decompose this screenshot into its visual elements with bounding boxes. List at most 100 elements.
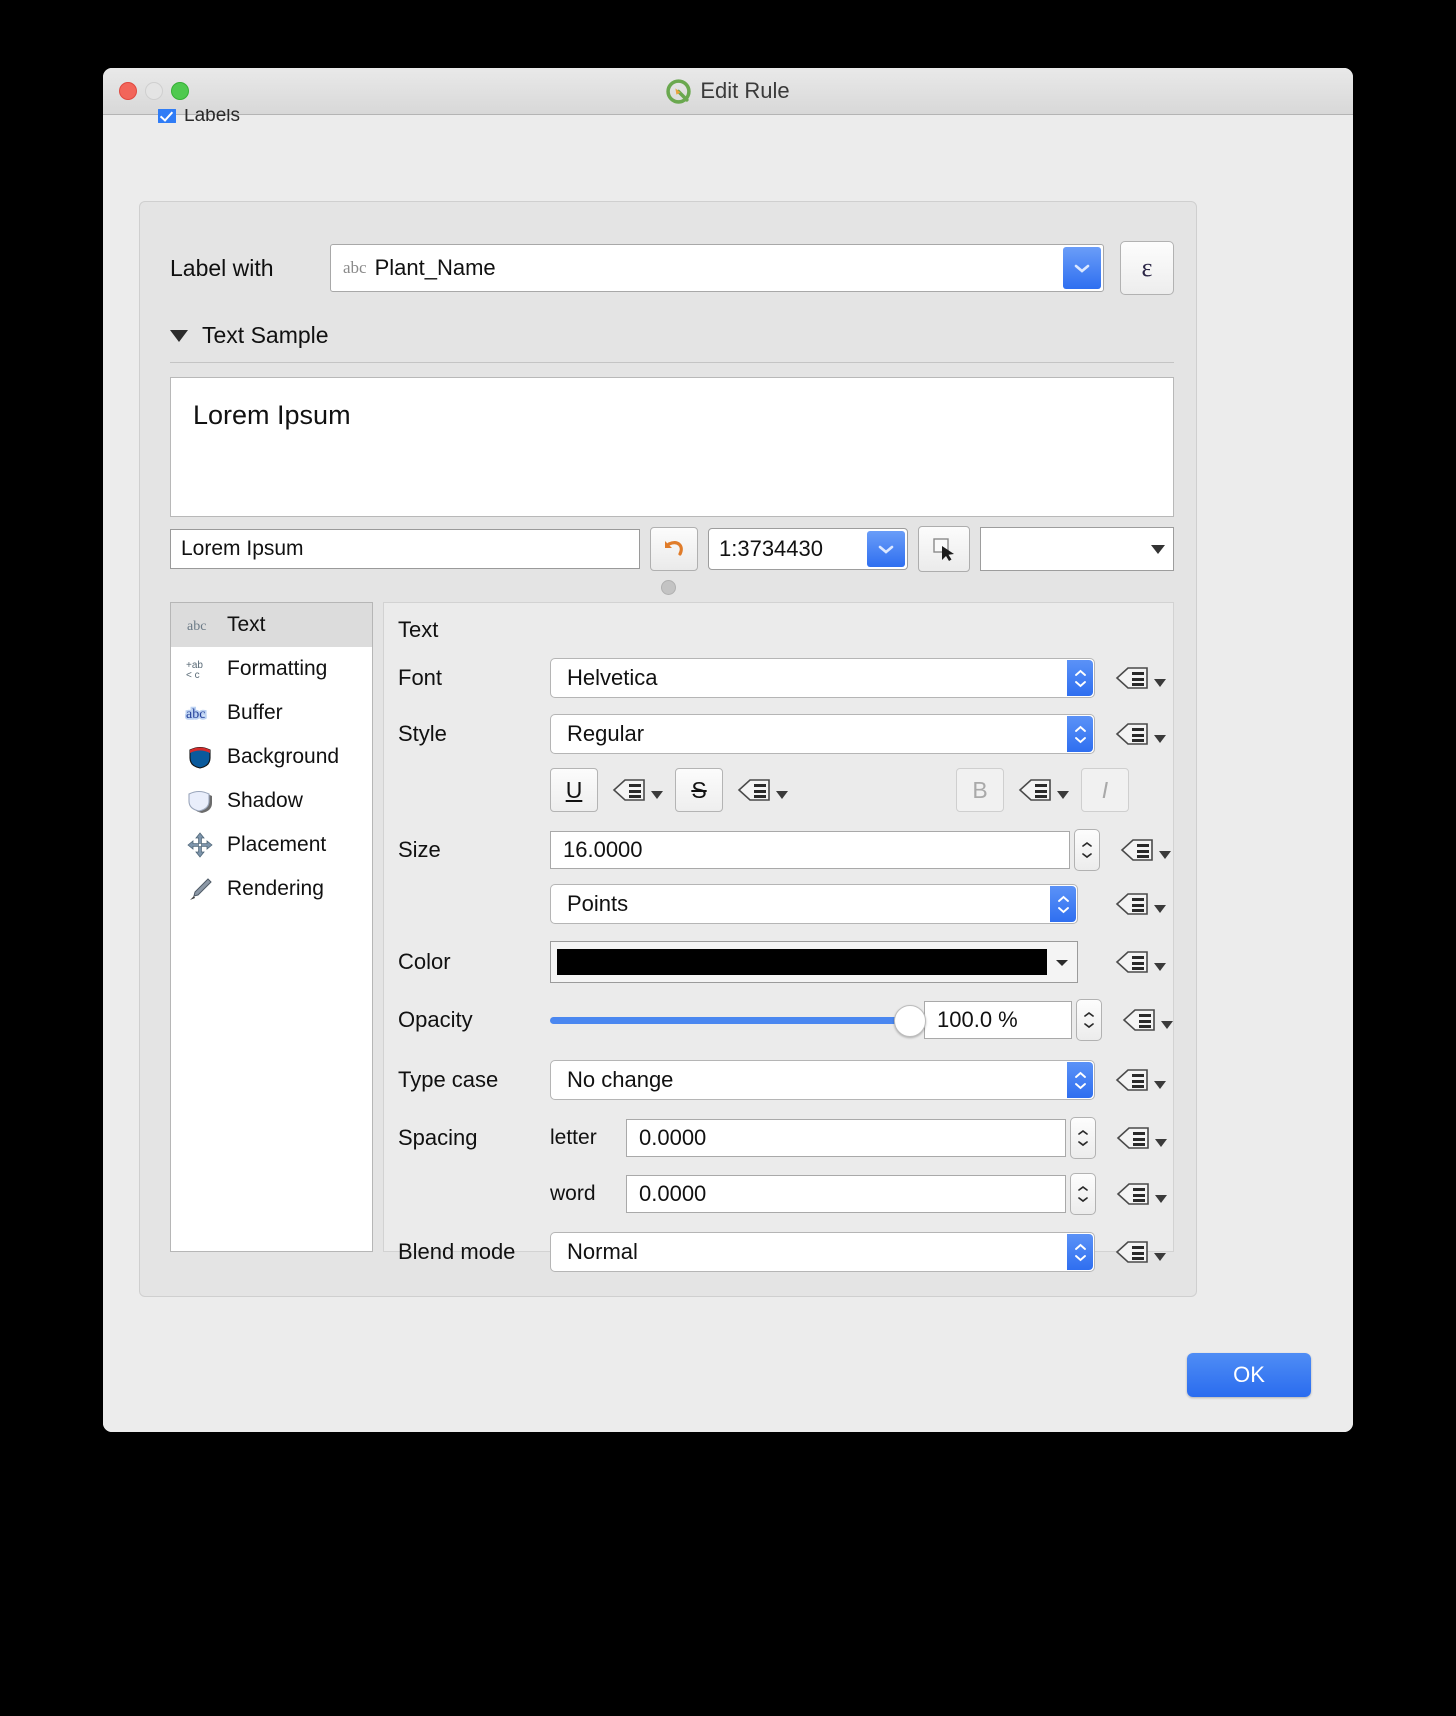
opacity-slider[interactable]: [550, 1004, 926, 1037]
scale-combo[interactable]: 1:3734430: [708, 528, 908, 570]
type-case-combo[interactable]: No change: [550, 1060, 1095, 1100]
style-override-button[interactable]: [1111, 716, 1166, 752]
color-label: Color: [398, 949, 451, 974]
data-defined-override-icon[interactable]: [1111, 886, 1153, 922]
data-defined-override-icon[interactable]: [608, 772, 650, 808]
chevron-down-icon[interactable]: [1154, 735, 1166, 743]
text-sample-header[interactable]: Text Sample: [170, 322, 1174, 349]
chevron-down-icon[interactable]: [1154, 1081, 1166, 1089]
spacing-letter-input[interactable]: 0.0000: [626, 1119, 1066, 1157]
underline-override-button[interactable]: [608, 772, 663, 808]
italic-button[interactable]: I: [1081, 768, 1129, 812]
size-override-button[interactable]: [1116, 832, 1171, 868]
opacity-stepper[interactable]: [1076, 999, 1102, 1041]
text-sample-toolbar: Lorem Ipsum 1:3734430: [170, 526, 1174, 572]
expression-button[interactable]: ε: [1120, 241, 1174, 295]
sidebar-item-label: Background: [227, 745, 340, 768]
font-combo[interactable]: Helvetica: [550, 658, 1095, 698]
spacing-letter-stepper[interactable]: [1070, 1117, 1096, 1159]
label-field-combo[interactable]: abc Plant_Name: [330, 244, 1104, 292]
text-panel-title: Text: [398, 617, 439, 642]
opacity-override-button[interactable]: [1118, 1002, 1173, 1038]
labels-checkbox[interactable]: Labels: [158, 109, 240, 123]
slider-handle[interactable]: [894, 1004, 926, 1037]
chevron-down-icon[interactable]: [1155, 1195, 1167, 1203]
minimize-icon[interactable]: [145, 82, 163, 100]
text-sample-preview-text: Lorem Ipsum: [193, 400, 351, 430]
chevron-down-icon[interactable]: [1154, 963, 1166, 971]
chevron-down-icon[interactable]: [1155, 1139, 1167, 1147]
bold-override-button[interactable]: [1014, 772, 1069, 808]
sidebar-item-buffer[interactable]: abc Buffer: [171, 691, 372, 735]
chevron-down-icon[interactable]: [1154, 679, 1166, 687]
chevron-down-icon[interactable]: [1161, 1021, 1173, 1029]
size-stepper[interactable]: [1074, 829, 1100, 871]
triangle-down-icon[interactable]: [1047, 958, 1077, 967]
stepper-icon[interactable]: [1067, 1234, 1093, 1270]
data-defined-override-icon[interactable]: [1111, 1062, 1153, 1098]
type-case-override-button[interactable]: [1111, 1062, 1166, 1098]
color-picker-button[interactable]: [550, 941, 1078, 983]
color-swatch[interactable]: [557, 949, 1047, 975]
data-defined-override-icon[interactable]: [1111, 716, 1153, 752]
chevron-down-icon[interactable]: [776, 791, 788, 799]
sidebar-item-formatting[interactable]: +ab < c Formatting: [171, 647, 372, 691]
font-override-button[interactable]: [1111, 660, 1166, 696]
rendering-brush-icon: [185, 876, 215, 902]
chevron-down-icon[interactable]: [867, 531, 905, 567]
sample-background-combo[interactable]: [980, 527, 1174, 571]
triangle-down-icon[interactable]: [1151, 544, 1165, 554]
revert-arrow-icon[interactable]: [650, 527, 698, 571]
sidebar-item-background[interactable]: Background: [171, 735, 372, 779]
sidebar-item-placement[interactable]: Placement: [171, 823, 372, 867]
data-defined-override-icon[interactable]: [1111, 1234, 1153, 1270]
chevron-down-icon[interactable]: [1154, 905, 1166, 913]
strikethrough-override-button[interactable]: [733, 772, 788, 808]
sidebar-item-rendering[interactable]: Rendering: [171, 867, 372, 911]
data-defined-override-icon[interactable]: [1111, 660, 1153, 696]
spacing-letter-override-button[interactable]: [1112, 1120, 1167, 1156]
color-override-button[interactable]: [1111, 944, 1166, 980]
sidebar-item-text[interactable]: abc Text: [171, 603, 372, 647]
bold-button[interactable]: B: [956, 768, 1004, 812]
data-defined-override-icon[interactable]: [1112, 1120, 1154, 1156]
checkbox-icon[interactable]: [158, 109, 176, 123]
sample-text-input[interactable]: Lorem Ipsum: [170, 529, 640, 569]
chevron-down-icon[interactable]: [1154, 1253, 1166, 1261]
type-case-value: No change: [567, 1067, 674, 1092]
underline-button[interactable]: U: [550, 768, 598, 812]
data-defined-override-icon[interactable]: [1116, 832, 1158, 868]
sidebar-item-shadow[interactable]: Shadow: [171, 779, 372, 823]
cursor-pick-icon[interactable]: [918, 526, 970, 572]
ok-button[interactable]: OK: [1187, 1353, 1311, 1397]
chevron-down-icon[interactable]: [651, 791, 663, 799]
data-defined-override-icon[interactable]: [1111, 944, 1153, 980]
close-icon[interactable]: [119, 82, 137, 100]
style-combo[interactable]: Regular: [550, 714, 1095, 754]
splitter-grip[interactable]: [661, 580, 676, 595]
chevron-down-icon[interactable]: [1159, 851, 1171, 859]
data-defined-override-icon[interactable]: [733, 772, 775, 808]
chevron-down-icon[interactable]: [1063, 247, 1101, 289]
size-units-combo[interactable]: Points: [550, 884, 1078, 924]
data-defined-override-icon[interactable]: [1014, 772, 1056, 808]
data-defined-override-icon[interactable]: [1112, 1176, 1154, 1212]
blend-mode-override-button[interactable]: [1111, 1234, 1166, 1270]
chevron-down-icon[interactable]: [1057, 791, 1069, 799]
stepper-icon[interactable]: [1067, 716, 1093, 752]
opacity-value-input[interactable]: 100.0 %: [924, 1001, 1072, 1039]
dialog-body: Labels Label with abc Plant_Name ε Text …: [103, 109, 1353, 1432]
strikethrough-button[interactable]: S: [675, 768, 723, 812]
spacing-word-input[interactable]: 0.0000: [626, 1175, 1066, 1213]
blend-mode-combo[interactable]: Normal: [550, 1232, 1095, 1272]
spacing-word-stepper[interactable]: [1070, 1173, 1096, 1215]
stepper-icon[interactable]: [1050, 886, 1076, 922]
stepper-icon[interactable]: [1067, 1062, 1093, 1098]
size-input[interactable]: 16.0000: [550, 831, 1070, 869]
size-units-override-button[interactable]: [1111, 886, 1166, 922]
data-defined-override-icon[interactable]: [1118, 1002, 1160, 1038]
zoom-icon[interactable]: [171, 82, 189, 100]
triangle-down-icon[interactable]: [170, 329, 188, 342]
spacing-word-override-button[interactable]: [1112, 1176, 1167, 1212]
stepper-icon[interactable]: [1067, 660, 1093, 696]
